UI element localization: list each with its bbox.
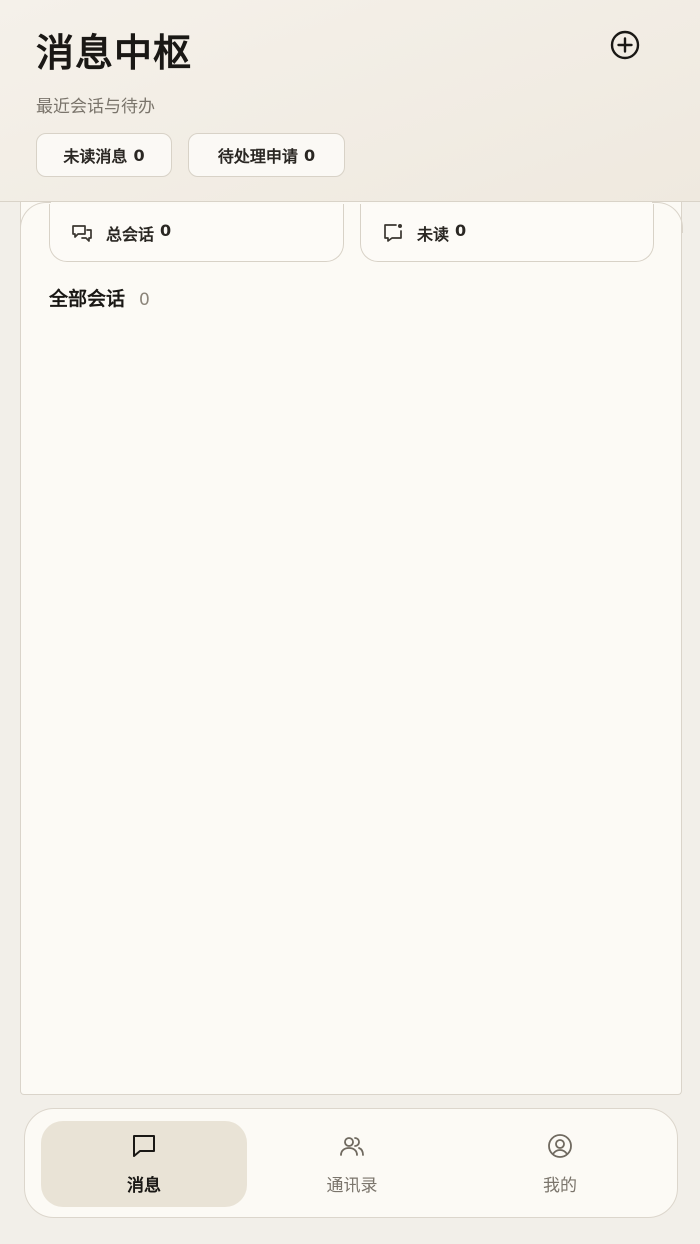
page-header: 消息中枢 最近会话与待办 未读消息 0 待处理申请 0 [0, 0, 700, 202]
tab-label: 消息 [127, 1175, 161, 1196]
chat-bubbles-icon [70, 221, 94, 245]
stat-count: 0 [160, 220, 172, 240]
page-title: 消息中枢 [36, 31, 193, 75]
tab-label: 我的 [543, 1175, 577, 1196]
stat-label: 未读 [417, 224, 450, 244]
section-count: 0 [139, 290, 150, 310]
chat-unread-icon [381, 221, 405, 245]
add-button[interactable] [608, 30, 642, 64]
tab-me[interactable]: 我的 [457, 1121, 663, 1207]
unread-conversations-card[interactable]: 未读 0 [360, 204, 654, 262]
user-circle-icon [546, 1133, 574, 1163]
bottom-tab-bar: 消息 通讯录 我的 [24, 1108, 678, 1218]
stat-count: 0 [455, 220, 467, 240]
chip-count: 0 [133, 145, 145, 165]
total-conversations-card[interactable]: 总会话 0 [49, 204, 344, 262]
tab-contacts[interactable]: 通讯录 [249, 1121, 455, 1207]
conversation-panel: 总会话 0 未读 0 全部会话 0 [19, 202, 683, 1095]
plus-circle-icon [609, 29, 641, 65]
users-icon [338, 1133, 366, 1163]
chip-count: 0 [303, 145, 316, 165]
page-subtitle: 最近会话与待办 [36, 97, 155, 117]
chip-label: 未读消息 [63, 147, 128, 166]
unread-messages-chip[interactable]: 未读消息 0 [36, 133, 172, 177]
tab-messages[interactable]: 消息 [41, 1121, 247, 1207]
section-label: 全部会话 [49, 288, 126, 310]
pending-requests-chip[interactable]: 待处理申请 0 [188, 133, 345, 177]
all-conversations-heading: 全部会话 0 [49, 284, 150, 311]
chip-label: 待处理申请 [217, 147, 298, 166]
message-square-icon [130, 1133, 158, 1163]
tab-label: 通讯录 [326, 1175, 378, 1196]
stat-label: 总会话 [106, 224, 155, 244]
